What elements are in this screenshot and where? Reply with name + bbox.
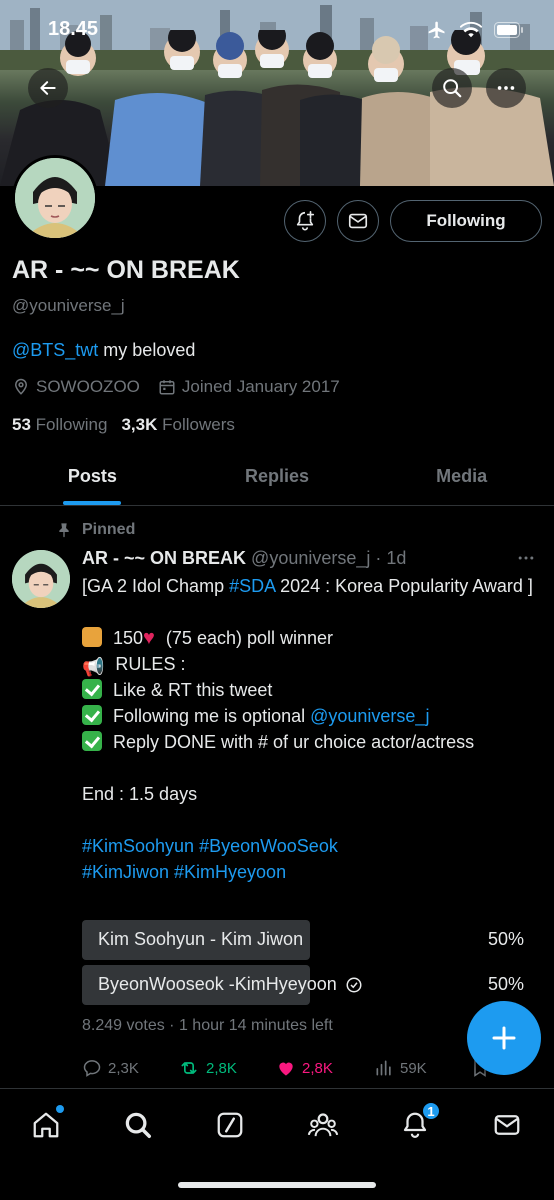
gift-icon bbox=[82, 627, 102, 647]
location-pin-icon bbox=[14, 378, 28, 395]
compose-button[interactable] bbox=[467, 1001, 541, 1075]
hashtag-sda[interactable]: #SDA bbox=[229, 576, 275, 596]
nav-messages[interactable] bbox=[487, 1105, 527, 1145]
poll-votes: 8.249 votes · 1 hour 14 minutes left bbox=[82, 1017, 333, 1034]
search-icon bbox=[443, 79, 462, 98]
tweet-header: AR - ~~ ON BREAK @youniverse_j · 1d bbox=[82, 548, 406, 569]
bio-text: my beloved bbox=[98, 340, 196, 360]
nav-notifications[interactable]: 1 bbox=[395, 1101, 441, 1145]
tweet-author-handle[interactable]: @youniverse_j bbox=[251, 548, 370, 568]
profile-display-name: AR - ~~ ON BREAK bbox=[12, 256, 240, 284]
more-horizontal-icon bbox=[497, 86, 515, 90]
profile-banner[interactable]: 18.45 bbox=[0, 0, 554, 186]
check-icon bbox=[82, 731, 102, 751]
repost-icon bbox=[181, 1062, 197, 1074]
tweet-more-button[interactable] bbox=[516, 548, 536, 573]
pinned-indicator: Pinned bbox=[56, 521, 135, 539]
profile-tabs: Posts Replies Media bbox=[0, 448, 554, 506]
envelope-icon bbox=[348, 213, 368, 229]
reply-icon bbox=[83, 1060, 101, 1077]
tweet-rule-1: Like & RT this tweet bbox=[82, 677, 538, 703]
tweet-line-title: [GA 2 Idol Champ #SDA 2024 : Korea Popul… bbox=[82, 576, 533, 596]
profile-bio: @BTS_twt my beloved bbox=[12, 340, 195, 361]
calendar-icon bbox=[159, 380, 175, 395]
following-button[interactable]: Following bbox=[390, 200, 542, 242]
profile-avatar[interactable] bbox=[12, 155, 98, 241]
profile-meta: SOWOOZOO Joined January 2017 bbox=[12, 377, 358, 397]
back-button[interactable] bbox=[28, 68, 68, 108]
poll-option-label: ByeonWooseok -KimHyeyoon bbox=[98, 974, 337, 994]
group-photo bbox=[0, 30, 554, 186]
views-chart-icon bbox=[376, 1060, 391, 1076]
tweet-actions: 2,3K 2,8K 2,8K 59K bbox=[82, 1058, 542, 1086]
followers-count-link[interactable]: 3,3K Followers bbox=[121, 415, 234, 435]
tweet-line-prize: 150♥ (75 each) poll winner bbox=[82, 625, 538, 651]
pin-icon bbox=[59, 523, 69, 538]
bell-plus-icon bbox=[296, 211, 315, 231]
tweet-line-rules: 📢 RULES : bbox=[82, 654, 186, 677]
tweet-line-end: End : 1.5 days bbox=[82, 784, 198, 804]
poll-option-percent: 50% bbox=[487, 929, 524, 949]
heart-filled-icon bbox=[279, 1062, 293, 1076]
grok-icon bbox=[217, 1112, 243, 1138]
notify-subscribe-button[interactable] bbox=[284, 200, 326, 242]
check-circle-icon bbox=[346, 977, 362, 992]
nav-communities[interactable] bbox=[303, 1105, 343, 1145]
poll-option-label: Kim Soohyun - Kim Jiwon bbox=[98, 929, 304, 949]
tweet-rule-2: Following me is optional @youniverse_j bbox=[82, 703, 538, 729]
home-indicator[interactable] bbox=[178, 1182, 376, 1188]
wifi-icon bbox=[460, 21, 482, 38]
more-horizontal-icon bbox=[518, 556, 534, 560]
nav-grok[interactable] bbox=[210, 1105, 250, 1145]
tab-replies[interactable]: Replies bbox=[185, 448, 370, 505]
battery-icon bbox=[494, 22, 523, 38]
envelope-icon bbox=[494, 1115, 520, 1135]
avatar-image bbox=[15, 158, 95, 238]
airplane-mode-icon bbox=[428, 21, 445, 39]
communities-icon bbox=[307, 1113, 339, 1137]
mention-link[interactable]: @youniverse_j bbox=[310, 706, 429, 726]
tweet-text: [GA 2 Idol Champ #SDA 2024 : Korea Popul… bbox=[82, 573, 538, 885]
check-icon bbox=[82, 679, 102, 699]
home-unread-dot bbox=[56, 1105, 64, 1113]
repost-button[interactable]: 2,8K bbox=[178, 1058, 237, 1078]
message-button[interactable] bbox=[337, 200, 379, 242]
poll-option-percent: 50% bbox=[487, 974, 524, 994]
tweet-hashtags-2[interactable]: #KimJiwon #KimHyeyoon bbox=[82, 859, 538, 885]
poll-option[interactable]: ByeonWooseok -KimHyeyoon 50% bbox=[82, 965, 538, 1005]
home-icon bbox=[33, 1112, 59, 1138]
search-icon bbox=[125, 1112, 151, 1138]
tweet-author-name[interactable]: AR - ~~ ON BREAK bbox=[82, 548, 246, 568]
nav-search[interactable] bbox=[118, 1105, 158, 1145]
tweet-author-avatar[interactable] bbox=[12, 550, 70, 608]
profile-handle: @youniverse_j bbox=[12, 296, 125, 315]
check-icon bbox=[82, 705, 102, 725]
profile-location: SOWOOZOO bbox=[36, 377, 140, 396]
search-button[interactable] bbox=[432, 68, 472, 108]
tab-posts[interactable]: Posts bbox=[0, 448, 185, 505]
megaphone-icon: 📢 bbox=[82, 657, 105, 677]
profile-counts: 53 Following 3,3K Followers bbox=[12, 415, 235, 435]
profile-joined: Joined January 2017 bbox=[181, 377, 340, 396]
avatar-image bbox=[12, 550, 70, 608]
plus-icon bbox=[492, 1026, 516, 1050]
tab-media[interactable]: Media bbox=[369, 448, 554, 505]
heart-icon: ♥ bbox=[143, 627, 155, 649]
status-bar: 18.45 bbox=[0, 18, 554, 46]
tweet-timestamp[interactable]: · 1d bbox=[375, 548, 406, 568]
following-count-link[interactable]: 53 Following bbox=[12, 415, 107, 435]
more-options-button[interactable] bbox=[486, 68, 526, 108]
tweet-rule-3: Reply DONE with # of ur choice actor/act… bbox=[82, 729, 538, 755]
bio-mention-link[interactable]: @BTS_twt bbox=[12, 340, 98, 360]
status-time: 18.45 bbox=[48, 18, 99, 40]
nav-home[interactable] bbox=[26, 1105, 66, 1145]
like-button[interactable]: 2,8K bbox=[276, 1058, 333, 1078]
poll-option[interactable]: Kim Soohyun - Kim Jiwon 50% bbox=[82, 920, 538, 960]
tweet-hashtags-1[interactable]: #KimSoohyun #ByeonWooSeok bbox=[82, 833, 538, 859]
reply-button[interactable]: 2,3K bbox=[82, 1058, 139, 1078]
arrow-left-icon bbox=[40, 81, 56, 95]
views-button[interactable]: 59K bbox=[374, 1058, 427, 1078]
notifications-badge: 1 bbox=[421, 1101, 441, 1121]
